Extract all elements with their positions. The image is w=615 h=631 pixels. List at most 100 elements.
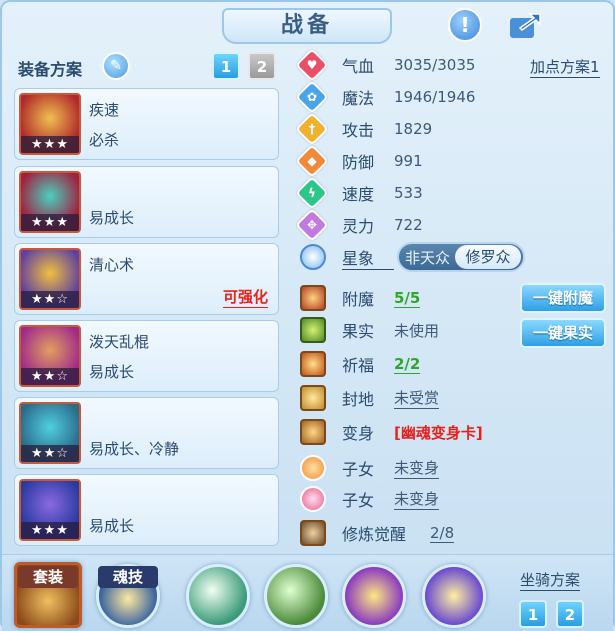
equip-slot-weapon[interactable]: ★★★ 疾速 必杀	[14, 88, 279, 160]
star-sign-option-b[interactable]: 修罗众	[455, 245, 521, 269]
bless-icon	[300, 351, 326, 377]
equip-effect: 清心术	[89, 256, 135, 274]
extra-label: 子女	[342, 460, 375, 479]
extra-row-transform: 变身 [幽魂变身卡]	[300, 418, 483, 446]
necklace-icon: ★★☆	[19, 325, 81, 387]
set-bonus-label: 套装	[18, 566, 78, 588]
attr-value: 991	[394, 152, 423, 170]
extra-value: 未受赏	[394, 389, 440, 409]
weapon-icon: ★★★	[19, 93, 81, 155]
extra-label: 子女	[342, 491, 375, 510]
equip-effect-2: 易成长	[89, 363, 135, 381]
equip-slot-belt[interactable]: ★★☆ 易成长、冷静	[14, 397, 279, 469]
extra-row-bless: 祈福 2/2	[300, 350, 421, 378]
extra-row-enchant: 附魔 5/5	[300, 284, 421, 312]
extra-label: 封地	[342, 390, 375, 409]
extra-row-child-1: 子女 未变身	[300, 454, 440, 482]
mana-icon: ✿	[295, 80, 329, 114]
extra-row-fief: 封地 未受赏	[300, 384, 440, 412]
shield-icon: ◆	[295, 144, 329, 178]
extra-label: 修炼觉醒	[342, 525, 407, 544]
plan-tab-2[interactable]: 2	[248, 52, 276, 80]
extra-value: 2/2	[394, 354, 421, 374]
equip-plan-label: 装备方案	[18, 60, 83, 79]
equip-slot-necklace[interactable]: ★★☆ 泼天乱棍 易成长	[14, 320, 279, 392]
heart-icon: ♥	[295, 48, 329, 82]
star-sign-icon	[300, 244, 326, 270]
extra-value[interactable]: 未变身	[394, 488, 440, 510]
extra-row-child-2: 子女 未变身	[300, 485, 440, 513]
attr-value: 3035/3035	[394, 56, 476, 74]
star-rating: ★★☆	[21, 445, 79, 462]
share-button[interactable]	[508, 8, 542, 42]
attr-row-speed: ϟ 速度 533	[295, 176, 423, 210]
extra-label: 变身	[342, 424, 375, 443]
plan-tab-1[interactable]: 1	[212, 52, 240, 80]
star-sign-label[interactable]: 星象	[342, 245, 394, 270]
page-title: 战备	[280, 13, 333, 38]
skill-orb-3[interactable]	[342, 564, 406, 628]
attr-value: 1829	[394, 120, 433, 138]
helmet-icon: ★★★	[19, 171, 81, 233]
speed-icon: ϟ	[295, 176, 329, 210]
edit-plan-button[interactable]: ✎	[102, 52, 130, 80]
attr-value: 1946/1946	[394, 88, 476, 106]
upgradable-badge[interactable]: 可强化	[222, 286, 268, 308]
attr-label: 气血	[342, 57, 375, 76]
armor-icon: ★★☆	[19, 248, 81, 310]
transform-icon	[300, 419, 326, 445]
star-sign-row: 星象	[300, 243, 394, 271]
extra-value[interactable]: [幽魂变身卡]	[394, 422, 483, 443]
equip-slot-helmet[interactable]: ★★★ 易成长	[14, 166, 279, 238]
child-icon	[300, 486, 326, 512]
belt-icon: ★★☆	[19, 402, 81, 464]
share-icon	[510, 13, 541, 38]
attr-row-spirit: ✥ 灵力 722	[295, 208, 423, 242]
equip-effect-2: 易成长	[89, 517, 135, 535]
attr-row-hp: ♥ 气血 3035/3035	[295, 48, 476, 82]
info-button[interactable]: !	[448, 8, 482, 42]
attr-label: 攻击	[342, 121, 375, 140]
equip-effect: 泼天乱棍	[89, 333, 150, 351]
mount-tab-1[interactable]: 1	[519, 600, 547, 628]
star-sign-option-a[interactable]: 非天众	[405, 247, 450, 268]
pen-icon: ✎	[110, 58, 122, 74]
sword-icon: †	[295, 112, 329, 146]
attr-label: 灵力	[342, 217, 375, 236]
mount-tab-2[interactable]: 2	[556, 600, 584, 628]
extra-label: 果实	[342, 322, 375, 341]
star-rating: ★★☆	[21, 368, 79, 385]
battle-prep-panel: 战备 ! 装备方案 ✎ 1 2 ★★★ 疾速 必杀 ★★★ 易成长 ★★☆ 清心…	[0, 0, 615, 631]
attr-row-defense: ◆ 防御 991	[295, 144, 423, 178]
skill-orb-2[interactable]	[264, 564, 328, 628]
star-rating: ★★★	[21, 136, 79, 153]
attr-label: 防御	[342, 153, 375, 172]
extra-value[interactable]: 未变身	[394, 457, 440, 479]
attr-row-mp: ✿ 魔法 1946/1946	[295, 80, 476, 114]
equip-slot-armor[interactable]: ★★☆ 清心术 可强化	[14, 243, 279, 315]
attr-label: 速度	[342, 185, 375, 204]
equip-effect-2: 易成长	[89, 209, 135, 227]
title-banner: 战备	[222, 8, 392, 44]
one-click-enchant-button[interactable]: 一键附魔	[520, 283, 606, 313]
exclamation-icon: !	[460, 13, 470, 37]
extra-value: 5/5	[394, 288, 421, 308]
boots-icon: ★★★	[19, 479, 81, 541]
extra-value[interactable]: 2/8	[430, 524, 455, 543]
spirit-icon: ✥	[295, 208, 329, 242]
star-sign-toggle[interactable]: 非天众 修罗众	[397, 242, 525, 272]
fief-icon	[300, 385, 326, 411]
star-rating: ★★★	[21, 214, 79, 231]
equip-effect-2: 必杀	[89, 131, 120, 149]
extra-label: 附魔	[342, 290, 375, 309]
fruit-icon	[300, 317, 326, 343]
attr-value: 533	[394, 184, 423, 202]
skill-orb-4[interactable]	[422, 564, 486, 628]
equip-slot-boots[interactable]: ★★★ 易成长	[14, 474, 279, 546]
one-click-fruit-button[interactable]: 一键果实	[520, 318, 606, 348]
attr-value: 722	[394, 216, 423, 234]
attr-row-attack: † 攻击 1829	[295, 112, 433, 146]
mount-plan-label[interactable]: 坐骑方案	[520, 569, 581, 591]
skill-orb-1[interactable]	[186, 564, 250, 628]
add-point-plan-link[interactable]: 加点方案1	[530, 56, 600, 78]
